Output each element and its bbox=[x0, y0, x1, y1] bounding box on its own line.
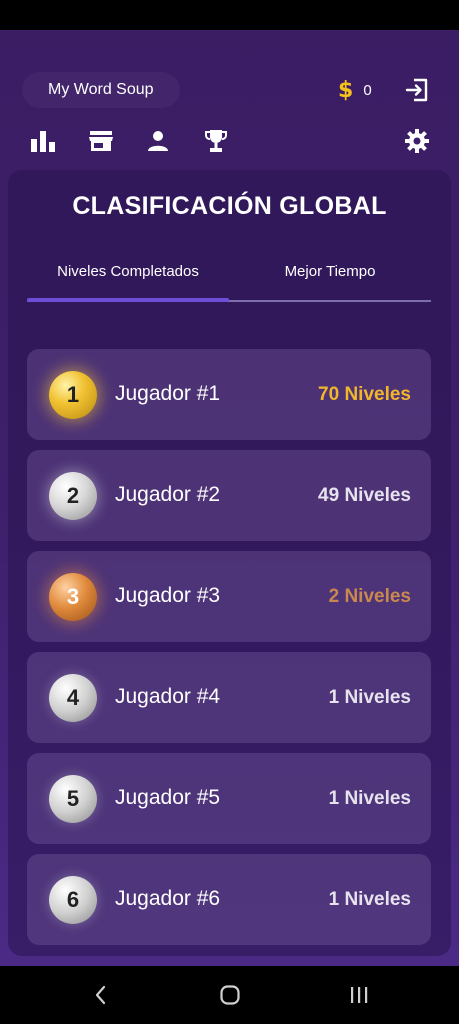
app-screen: My Word Soup $ 0 CLASIFICACIÓN GLOBAL Ni… bbox=[0, 30, 459, 966]
rank-medal: 1 bbox=[49, 371, 97, 419]
stats-button[interactable] bbox=[28, 126, 58, 156]
coin-balance: $ 0 bbox=[338, 76, 372, 104]
player-name: Jugador #2 bbox=[115, 483, 221, 506]
back-button[interactable] bbox=[86, 980, 116, 1010]
gear-icon bbox=[405, 129, 429, 153]
system-nav-bar bbox=[0, 966, 459, 1024]
dollar-icon: $ bbox=[338, 77, 354, 103]
home-button[interactable] bbox=[215, 980, 245, 1010]
tab-indicator bbox=[27, 298, 229, 302]
levels-count: 1 Niveles bbox=[328, 788, 411, 809]
recents-button[interactable] bbox=[344, 980, 374, 1010]
tab-best-time[interactable]: Mejor Tiempo bbox=[229, 256, 431, 302]
levels-count: 49 Niveles bbox=[318, 485, 411, 506]
tab-bar: Niveles Completados Mejor Tiempo bbox=[27, 256, 431, 302]
trophy-button[interactable] bbox=[201, 126, 231, 156]
rank-medal: 6 bbox=[49, 876, 97, 924]
tab-levels-completed[interactable]: Niveles Completados bbox=[27, 256, 229, 302]
trophy-icon bbox=[205, 130, 227, 152]
app-name: My Word Soup bbox=[22, 72, 180, 108]
player-name: Jugador #4 bbox=[115, 685, 221, 708]
player-name: Jugador #3 bbox=[115, 584, 221, 607]
ranking-row: 6 Jugador #6 1 Niveles bbox=[27, 854, 431, 945]
leaderboard-panel: CLASIFICACIÓN GLOBAL Niveles Completados… bbox=[8, 170, 451, 956]
bar-chart-icon bbox=[31, 131, 55, 152]
levels-count: 70 Niveles bbox=[318, 384, 411, 405]
store-button[interactable] bbox=[86, 126, 116, 156]
rank-medal: 5 bbox=[49, 775, 97, 823]
rank-medal: 4 bbox=[49, 674, 97, 722]
logout-icon bbox=[405, 78, 428, 102]
coin-count: 0 bbox=[363, 81, 372, 99]
profile-button[interactable] bbox=[143, 126, 173, 156]
status-bar bbox=[0, 0, 459, 30]
ranking-row: 4 Jugador #4 1 Niveles bbox=[27, 652, 431, 743]
logout-button[interactable] bbox=[404, 77, 430, 103]
player-name: Jugador #1 bbox=[115, 382, 221, 405]
recents-icon bbox=[351, 987, 368, 1003]
ranking-row: 2 Jugador #2 49 Niveles bbox=[27, 450, 431, 541]
levels-count: 1 Niveles bbox=[328, 889, 411, 910]
player-name: Jugador #6 bbox=[115, 887, 221, 910]
levels-count: 2 Niveles bbox=[328, 586, 411, 607]
levels-count: 1 Niveles bbox=[328, 687, 411, 708]
ranking-row: 3 Jugador #3 2 Niveles bbox=[27, 551, 431, 642]
rank-medal: 3 bbox=[49, 573, 97, 621]
settings-button[interactable] bbox=[402, 126, 432, 156]
top-nav bbox=[0, 126, 459, 162]
home-icon bbox=[220, 985, 240, 1005]
store-icon bbox=[89, 131, 113, 151]
page-title: CLASIFICACIÓN GLOBAL bbox=[72, 192, 387, 220]
player-name: Jugador #5 bbox=[115, 786, 221, 809]
profile-icon bbox=[148, 131, 168, 151]
ranking-row: 1 Jugador #1 70 Niveles bbox=[27, 349, 431, 440]
back-icon bbox=[95, 985, 106, 1005]
ranking-row: 5 Jugador #5 1 Niveles bbox=[27, 753, 431, 844]
rank-medal: 2 bbox=[49, 472, 97, 520]
